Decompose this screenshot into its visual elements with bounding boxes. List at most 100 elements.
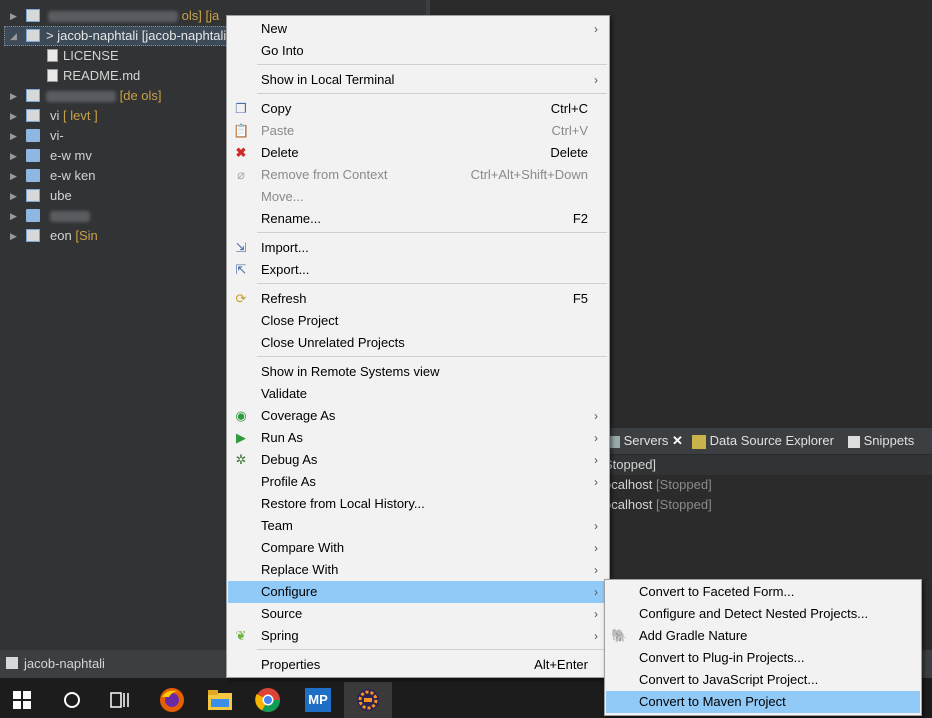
menu-item-validate[interactable]: Validate [228, 383, 608, 405]
menu-item-replace-with[interactable]: Replace With › [228, 559, 608, 581]
menu-separator [257, 649, 607, 650]
tab-servers[interactable]: Servers ✕ [610, 432, 683, 450]
firefox-icon[interactable] [154, 682, 190, 718]
menu-item-label: Export... [261, 262, 310, 277]
menu-item-label: Spring [261, 628, 299, 643]
server-name: ocalhost [604, 497, 653, 512]
eclipse-app-icon[interactable] [344, 682, 392, 718]
submenu-item-convert-to-plugin-projects[interactable]: Convert to Plug-in Projects... [606, 647, 920, 669]
tab-data-source-explorer[interactable]: Data Source Explorer [692, 432, 834, 450]
mp-app-label: MP [305, 688, 331, 712]
menu-item-properties[interactable]: Properties Alt+Enter [228, 654, 608, 676]
menu-separator [257, 93, 607, 94]
menu-item-label: Go Into [261, 43, 304, 58]
menu-item-show-in-remote-systems[interactable]: Show in Remote Systems view [228, 361, 608, 383]
folder-icon [26, 129, 40, 142]
project-icon [26, 9, 40, 22]
refresh-icon: ⟳ [235, 291, 247, 306]
submenu-item-configure-detect-nested[interactable]: Configure and Detect Nested Projects... [606, 603, 920, 625]
submenu-item-add-gradle-nature[interactable]: 🐘 Add Gradle Nature [606, 625, 920, 647]
menu-item-copy[interactable]: ❐ Copy Ctrl+C [228, 98, 608, 120]
mp-app-icon[interactable]: MP [300, 682, 336, 718]
project-icon [26, 89, 40, 102]
tab-label: Data Source Explorer [709, 433, 834, 448]
remove-context-icon: ⌀ [237, 167, 245, 182]
task-view-icon[interactable] [102, 682, 138, 718]
folder-icon [26, 149, 40, 162]
submenu-item-label: Convert to Faceted Form... [639, 584, 795, 599]
menu-item-show-in-local-terminal[interactable]: Show in Local Terminal › [228, 69, 608, 91]
windows-start-icon[interactable] [4, 682, 40, 718]
menu-item-go-into[interactable]: Go Into [228, 40, 608, 62]
folder-icon [26, 209, 40, 222]
tree-expand-icon[interactable]: ▶ [10, 126, 17, 146]
tree-row-label: README.md [63, 68, 141, 83]
tree-expand-icon[interactable]: ▶ [10, 146, 17, 166]
chrome-icon[interactable] [250, 682, 286, 718]
menu-item-rename[interactable]: Rename... F2 [228, 208, 608, 230]
file-explorer-icon[interactable] [202, 682, 238, 718]
submenu-item-convert-to-maven-project[interactable]: Convert to Maven Project [606, 691, 920, 713]
menu-item-close-unrelated-projects[interactable]: Close Unrelated Projects [228, 332, 608, 354]
chevron-right-icon: › [594, 475, 598, 489]
tree-row-suffix: [ levt ] [63, 108, 98, 123]
menu-separator [257, 283, 607, 284]
menu-item-export[interactable]: ⇱ Export... [228, 259, 608, 281]
menu-item-team[interactable]: Team › [228, 515, 608, 537]
menu-item-source[interactable]: Source › [228, 603, 608, 625]
server-row[interactable]: ocalhost [Stopped] [604, 497, 712, 512]
paste-icon: 📋 [233, 123, 250, 138]
menu-item-spring[interactable]: ❦ Spring › [228, 625, 608, 647]
server-row[interactable]: Stopped] [604, 457, 656, 472]
menu-item-close-project[interactable]: Close Project [228, 310, 608, 332]
copy-icon: ❐ [235, 101, 247, 116]
menu-item-compare-with[interactable]: Compare With › [228, 537, 608, 559]
project-icon [6, 657, 18, 669]
menu-item-label: Profile As [261, 474, 316, 489]
menu-item-new[interactable]: New › [228, 18, 608, 40]
tree-expand-icon[interactable]: ▶ [10, 86, 17, 106]
spring-icon: ❦ [235, 628, 247, 643]
cortana-icon[interactable] [54, 682, 90, 718]
tree-expand-icon[interactable]: ▶ [10, 186, 17, 206]
tree-expand-icon[interactable]: ▶ [10, 166, 17, 186]
menu-item-delete[interactable]: ✖ Delete Delete [228, 142, 608, 164]
menu-item-run-as[interactable]: ▶ Run As › [228, 427, 608, 449]
menu-item-shortcut: F5 [572, 291, 588, 306]
tree-collapse-icon[interactable]: ◢ [10, 26, 17, 46]
menu-item-label: Source [261, 606, 303, 621]
menu-item-move[interactable]: Move... [228, 186, 608, 208]
menu-item-import[interactable]: ⇲ Import... [228, 237, 608, 259]
menu-item-shortcut: Delete [550, 145, 588, 160]
submenu-item-convert-to-javascript-project[interactable]: Convert to JavaScript Project... [606, 669, 920, 691]
menu-item-label: Move... [261, 189, 304, 204]
tree-expand-icon[interactable]: ▶ [10, 226, 17, 246]
tree-row-label: e-w mv [50, 148, 92, 163]
menu-item-profile-as[interactable]: Profile As › [228, 471, 608, 493]
menu-item-debug-as[interactable]: ✲ Debug As › [228, 449, 608, 471]
tree-expand-icon[interactable]: ▶ [10, 206, 17, 226]
menu-item-refresh[interactable]: ⟳ Refresh F5 [228, 288, 608, 310]
menu-item-restore-from-local-history[interactable]: Restore from Local History... [228, 493, 608, 515]
menu-item-remove-from-context[interactable]: ⌀ Remove from Context Ctrl+Alt+Shift+Down [228, 164, 608, 186]
close-icon[interactable]: ✕ [672, 433, 683, 448]
menu-item-label: Compare With [261, 540, 345, 555]
tab-label: Servers [623, 433, 669, 448]
menu-item-label: Delete [261, 145, 299, 160]
menu-item-label: Team [261, 518, 293, 533]
menu-item-paste[interactable]: 📋 Paste Ctrl+V [228, 120, 608, 142]
project-icon [26, 29, 40, 42]
server-row[interactable]: ocalhost [Stopped] [604, 477, 712, 492]
submenu-item-convert-to-faceted-form[interactable]: Convert to Faceted Form... [606, 581, 920, 603]
menu-item-configure[interactable]: Configure › [228, 581, 608, 603]
tree-expand-icon[interactable]: ▶ [10, 6, 17, 26]
tree-expand-icon[interactable]: ▶ [10, 106, 17, 126]
menu-item-label: Refresh [261, 291, 307, 306]
tab-snippets[interactable]: Snippets [848, 432, 914, 450]
menu-item-coverage-as[interactable]: ◉ Coverage As › [228, 405, 608, 427]
menu-item-label: Paste [261, 123, 295, 138]
chevron-right-icon: › [594, 519, 598, 533]
menu-item-label: Remove from Context [261, 167, 388, 182]
snippets-icon [848, 435, 860, 448]
import-icon: ⇲ [235, 240, 247, 255]
